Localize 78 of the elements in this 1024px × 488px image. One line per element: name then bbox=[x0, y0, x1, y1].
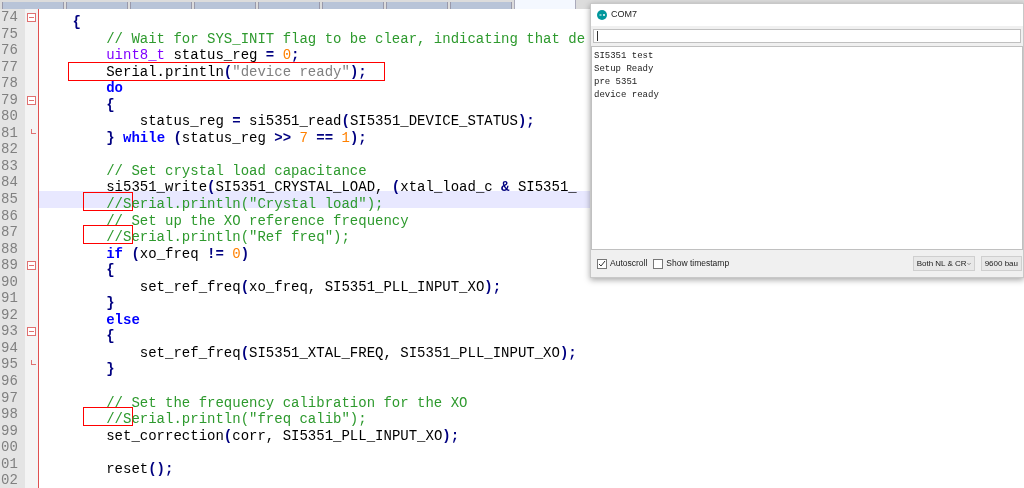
editor-tab[interactable] bbox=[130, 2, 192, 9]
line-number: 90 bbox=[0, 273, 19, 291]
code-line: set_ref_freq(SI5351_XTAL_FREQ, SI5351_PLL_INPUT_XO); bbox=[138, 344, 577, 362]
code-line: si5351_write(SI5351_CRYSTAL_LOAD, (xtal_load_c & SI5351_ bbox=[105, 179, 577, 196]
checkbox-label: Show timestamp bbox=[666, 257, 730, 270]
line-number: 91 bbox=[0, 290, 19, 307]
checkbox[interactable] bbox=[597, 258, 607, 269]
output-line: SI5351 test bbox=[594, 50, 655, 63]
line-number: 92 bbox=[0, 306, 19, 324]
code-line: { bbox=[71, 14, 81, 31]
window-title: COM7 bbox=[611, 8, 637, 22]
line-ending-select[interactable]: Both NL & CR bbox=[912, 256, 975, 271]
line-number: 78 bbox=[0, 75, 19, 92]
line-number: 77 bbox=[0, 58, 19, 76]
line-number: 76 bbox=[0, 42, 19, 59]
fold-icon[interactable] bbox=[27, 327, 36, 337]
editor-tab[interactable] bbox=[450, 2, 512, 9]
line-number: 84 bbox=[0, 174, 19, 191]
line-number: 01 bbox=[0, 455, 19, 473]
line-number: 82 bbox=[0, 141, 19, 158]
line-number: 85 bbox=[0, 191, 19, 208]
code-line: // Set crystal load capacitance bbox=[105, 162, 367, 180]
line-number: 99 bbox=[0, 422, 19, 440]
editor-tab[interactable] bbox=[194, 2, 256, 9]
code-line: set_ref_freq(xo_freq, SI5351_PLL_INPUT_XO); bbox=[138, 278, 502, 296]
line-number: 75 bbox=[0, 25, 19, 43]
line-number: 98 bbox=[0, 406, 19, 423]
code-line: } bbox=[105, 295, 115, 312]
code-line: set_correction(corr, SI5351_PLL_INPUT_XO); bbox=[105, 427, 460, 445]
line-number: 93 bbox=[0, 323, 19, 340]
editor-tab[interactable] bbox=[322, 2, 384, 9]
code-line: { bbox=[105, 328, 115, 345]
line-number: 83 bbox=[0, 157, 19, 175]
app-logo-icon bbox=[597, 10, 607, 20]
code-line: if (xo_freq != 0) bbox=[105, 245, 250, 263]
line-number: 02 bbox=[0, 472, 19, 488]
code-line: status_reg = si5351_read(SI5351_DEVICE_STATUS); bbox=[138, 113, 535, 130]
output-line: device ready bbox=[594, 89, 660, 102]
code-line: // Set up the XO reference frequency bbox=[105, 212, 409, 230]
code-line: // Wait for SYS_INIT flag to be clear, indicating that de bbox=[105, 30, 586, 48]
code-line: } while (status_reg >> 7 == 1); bbox=[105, 129, 367, 147]
output-line: Setup Ready bbox=[594, 63, 655, 76]
line-number: 79 bbox=[0, 91, 19, 109]
line-number: 88 bbox=[0, 240, 19, 258]
line-number: 00 bbox=[0, 439, 19, 456]
line-number: 80 bbox=[0, 108, 19, 125]
line-number: 81 bbox=[0, 124, 19, 142]
send-input-field[interactable] bbox=[593, 29, 1021, 43]
line-number: 87 bbox=[0, 224, 19, 241]
line-number: 97 bbox=[0, 389, 19, 407]
code-line: do bbox=[105, 80, 123, 97]
line-number: 86 bbox=[0, 207, 19, 225]
fold-icon[interactable] bbox=[27, 95, 36, 105]
fold-icon[interactable] bbox=[27, 12, 36, 22]
chevron-down-icon bbox=[966, 261, 971, 266]
code-line: reset(); bbox=[105, 460, 174, 478]
code-line: Serial.println("device ready"); bbox=[105, 63, 367, 81]
line-number: 96 bbox=[0, 373, 19, 390]
checkbox-label: Autoscroll bbox=[610, 257, 648, 270]
code-line: // Set the frequency calibration for the XO bbox=[105, 394, 468, 412]
code-line: } bbox=[105, 361, 115, 379]
editor-tab[interactable] bbox=[514, 0, 576, 9]
code-line: uint8_t status_reg = 0; bbox=[105, 47, 300, 64]
editor-tab[interactable] bbox=[66, 2, 128, 9]
line-number: 74 bbox=[0, 9, 19, 26]
code-line: else bbox=[105, 311, 140, 329]
fold-icon[interactable] bbox=[27, 260, 36, 270]
output-line: pre 5351 bbox=[594, 76, 639, 89]
editor-tab[interactable] bbox=[258, 2, 320, 9]
editor-tab[interactable] bbox=[386, 2, 448, 9]
line-number: 89 bbox=[0, 257, 19, 274]
line-number: 95 bbox=[0, 356, 19, 374]
baud-rate-select[interactable]: 9600 bau bbox=[980, 256, 1022, 271]
editor-tab[interactable] bbox=[2, 2, 64, 9]
checkbox[interactable] bbox=[653, 258, 664, 269]
code-line: { bbox=[105, 262, 115, 279]
line-number: 94 bbox=[0, 339, 19, 357]
code-line: { bbox=[105, 96, 115, 114]
